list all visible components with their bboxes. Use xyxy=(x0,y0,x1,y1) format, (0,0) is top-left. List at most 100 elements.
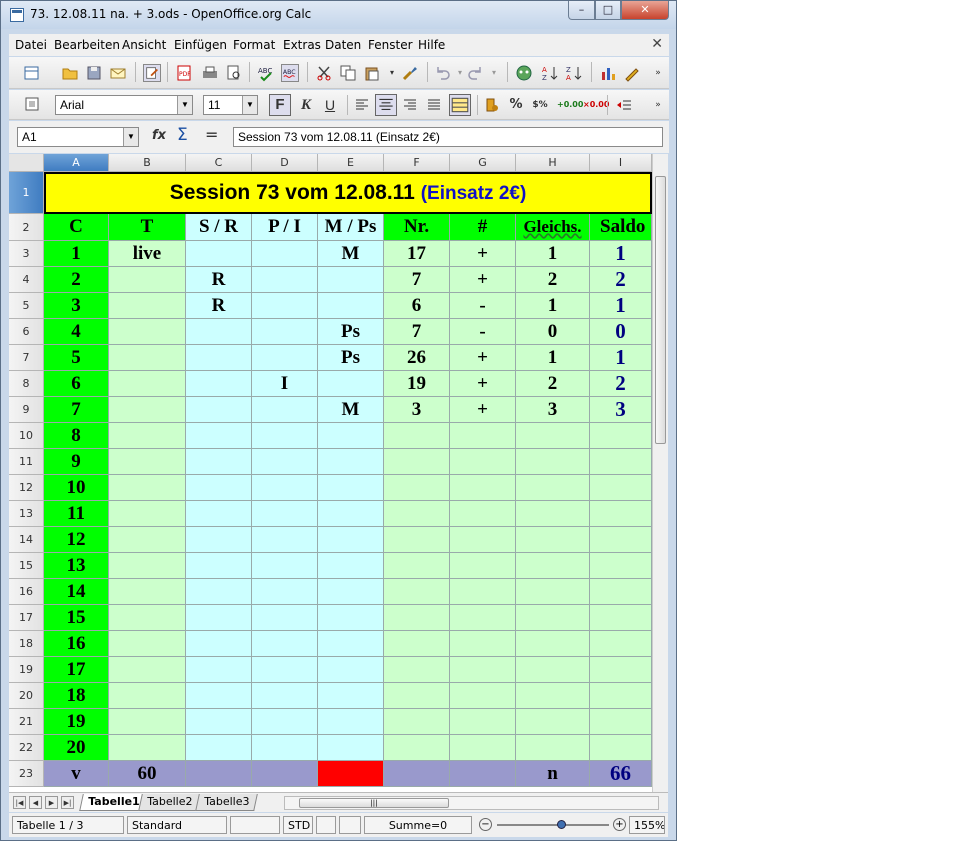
show-draw-functions-icon[interactable] xyxy=(623,64,641,82)
table-cell[interactable]: + xyxy=(450,397,516,423)
table-cell[interactable] xyxy=(186,241,252,267)
table-cell[interactable] xyxy=(186,527,252,553)
row-header[interactable]: 21 xyxy=(9,709,44,735)
table-cell[interactable] xyxy=(252,241,318,267)
table-cell[interactable]: M xyxy=(318,241,384,267)
table-cell[interactable] xyxy=(252,449,318,475)
table-cell[interactable] xyxy=(186,631,252,657)
row-header[interactable]: 10 xyxy=(9,423,44,449)
table-cell[interactable] xyxy=(318,371,384,397)
table-cell[interactable]: + xyxy=(450,371,516,397)
font-name-box[interactable]: Arial ▼ xyxy=(55,95,193,115)
table-cell[interactable] xyxy=(384,683,450,709)
table-cell[interactable] xyxy=(186,657,252,683)
table-cell[interactable] xyxy=(318,631,384,657)
table-cell[interactable]: 2 xyxy=(44,267,109,293)
footer-cell[interactable] xyxy=(384,761,450,787)
table-cell[interactable] xyxy=(384,605,450,631)
underline-button[interactable]: U xyxy=(319,94,341,116)
table-cell[interactable]: 3 xyxy=(384,397,450,423)
row-header[interactable]: 3 xyxy=(9,241,44,267)
table-cell[interactable]: 19 xyxy=(44,709,109,735)
table-cell[interactable] xyxy=(109,631,186,657)
table-cell[interactable] xyxy=(186,475,252,501)
align-center-icon[interactable] xyxy=(375,94,397,116)
first-sheet-icon[interactable]: |◀ xyxy=(13,796,26,809)
table-cell[interactable] xyxy=(384,553,450,579)
table-cell[interactable] xyxy=(516,631,590,657)
table-cell[interactable] xyxy=(109,605,186,631)
table-cell[interactable] xyxy=(318,267,384,293)
email-icon[interactable] xyxy=(109,64,127,82)
table-cell[interactable]: Ps xyxy=(318,345,384,371)
table-cell[interactable]: 2 xyxy=(516,267,590,293)
sort-descending-icon[interactable]: ZA xyxy=(565,64,583,82)
title-cell-a1[interactable]: Session 73 vom 12.08.11 (Einsatz 2€) xyxy=(44,172,652,214)
header-cell[interactable]: P / I xyxy=(252,214,318,241)
table-cell[interactable] xyxy=(450,605,516,631)
table-cell[interactable]: 26 xyxy=(384,345,450,371)
table-cell[interactable] xyxy=(109,657,186,683)
header-cell[interactable]: Saldo xyxy=(590,214,652,241)
table-cell[interactable] xyxy=(590,735,652,761)
toolbar-more-icon[interactable]: » xyxy=(649,96,667,114)
minimize-button[interactable]: – xyxy=(568,1,595,20)
table-cell[interactable] xyxy=(252,501,318,527)
table-cell[interactable] xyxy=(450,501,516,527)
table-cell[interactable]: 1 xyxy=(44,241,109,267)
sum-field[interactable]: Summe=0 xyxy=(364,816,472,834)
zoom-out-icon[interactable]: − xyxy=(479,818,492,831)
table-cell[interactable] xyxy=(516,605,590,631)
table-cell[interactable]: + xyxy=(450,241,516,267)
table-cell[interactable] xyxy=(590,605,652,631)
row-header[interactable]: 2 xyxy=(9,214,44,241)
table-cell[interactable] xyxy=(252,527,318,553)
table-cell[interactable]: 14 xyxy=(44,579,109,605)
row-header[interactable]: 23 xyxy=(9,761,44,787)
table-cell[interactable] xyxy=(252,475,318,501)
table-cell[interactable] xyxy=(109,423,186,449)
table-cell[interactable] xyxy=(516,501,590,527)
column-header[interactable]: A xyxy=(44,154,109,172)
table-cell[interactable] xyxy=(450,579,516,605)
table-cell[interactable] xyxy=(252,397,318,423)
menu-fenster[interactable]: Fenster xyxy=(368,38,413,52)
paste-dropdown-icon[interactable]: ▾ xyxy=(383,64,401,82)
table-cell[interactable] xyxy=(384,475,450,501)
new-document-icon[interactable] xyxy=(23,64,41,82)
footer-cell[interactable] xyxy=(252,761,318,787)
currency-format-icon[interactable] xyxy=(483,96,501,114)
table-cell[interactable] xyxy=(318,605,384,631)
table-cell[interactable] xyxy=(186,605,252,631)
table-cell[interactable]: 20 xyxy=(44,735,109,761)
menu-ansicht[interactable]: Ansicht xyxy=(122,38,166,52)
table-cell[interactable]: 18 xyxy=(44,683,109,709)
table-cell[interactable]: Ps xyxy=(318,319,384,345)
table-cell[interactable]: 3 xyxy=(590,397,652,423)
insert-chart-icon[interactable] xyxy=(599,64,617,82)
row-header[interactable]: 11 xyxy=(9,449,44,475)
close-document-icon[interactable]: ✕ xyxy=(651,36,663,52)
toolbar-more-icon[interactable]: » xyxy=(649,64,667,82)
table-cell[interactable]: 15 xyxy=(44,605,109,631)
open-folder-icon[interactable] xyxy=(61,64,79,82)
table-cell[interactable] xyxy=(590,631,652,657)
table-cell[interactable] xyxy=(318,293,384,319)
zoom-percent[interactable]: 155% xyxy=(629,816,665,834)
styles-formatting-icon[interactable] xyxy=(23,95,41,113)
footer-cell[interactable] xyxy=(186,761,252,787)
table-cell[interactable] xyxy=(384,423,450,449)
table-cell[interactable] xyxy=(318,709,384,735)
sort-ascending-icon[interactable]: AZ xyxy=(541,64,559,82)
italic-button[interactable]: K xyxy=(295,94,317,116)
table-cell[interactable] xyxy=(109,397,186,423)
vertical-scroll-thumb[interactable] xyxy=(655,176,666,444)
table-cell[interactable] xyxy=(252,579,318,605)
table-cell[interactable] xyxy=(384,579,450,605)
table-cell[interactable] xyxy=(516,735,590,761)
table-cell[interactable] xyxy=(590,527,652,553)
chevron-down-icon[interactable]: ▼ xyxy=(123,128,138,146)
table-cell[interactable]: 7 xyxy=(384,319,450,345)
tab-tabelle3[interactable]: Tabelle3 xyxy=(195,794,259,811)
table-cell[interactable]: 0 xyxy=(516,319,590,345)
